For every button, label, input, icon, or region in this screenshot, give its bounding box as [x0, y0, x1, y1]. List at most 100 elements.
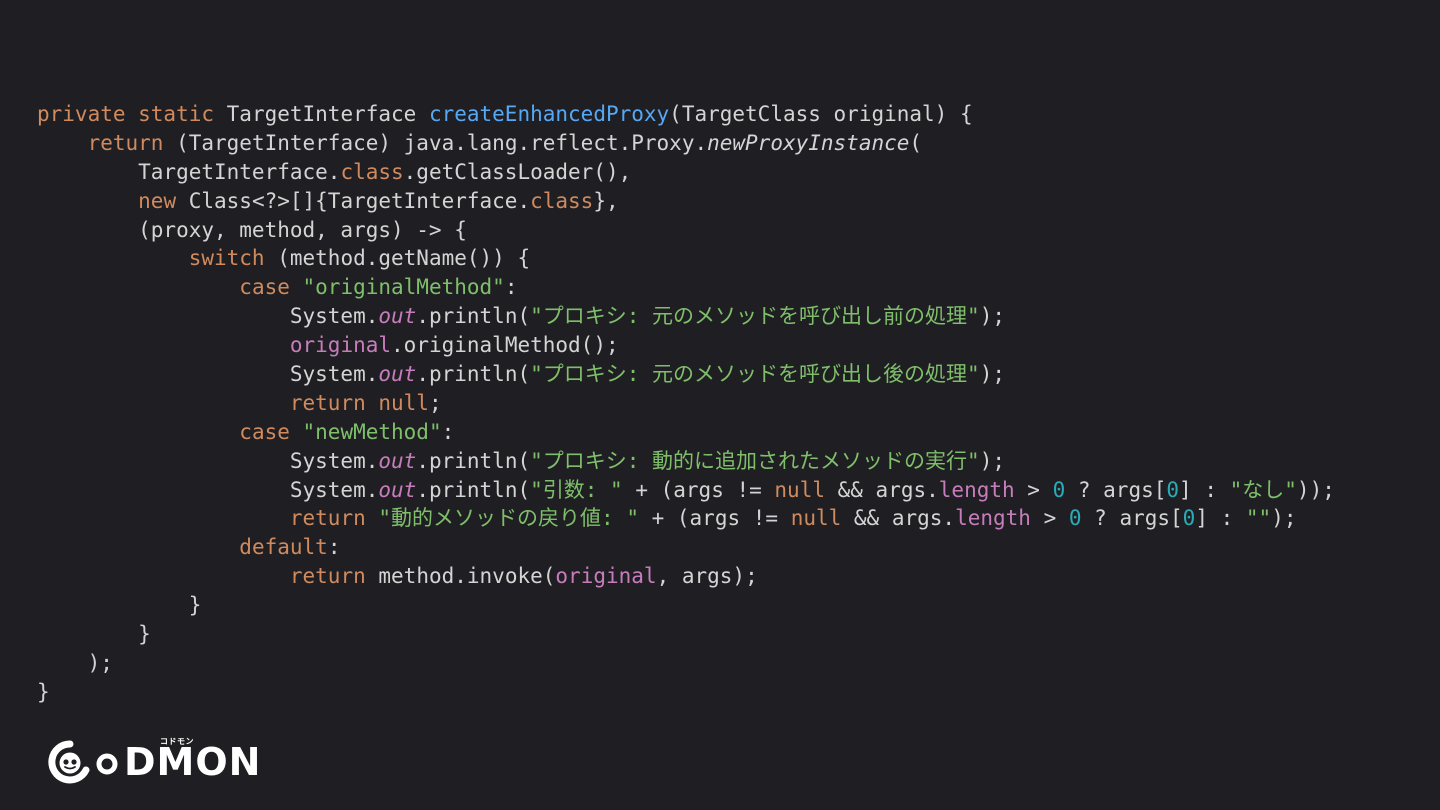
code-line: System.out.println("プロキシ: 元のメソッドを呼び出し前の処… — [37, 302, 1335, 331]
code-token: out — [378, 362, 417, 387]
code-token: + (args != — [622, 477, 775, 502]
code-token: ( — [909, 130, 923, 155]
code-token: } — [37, 622, 151, 647]
code-line: switch (method.getName()) { — [37, 244, 1335, 273]
code-token: "プロキシ: 元のメソッドを呼び出し前の処理" — [530, 304, 980, 329]
code-token: out — [378, 304, 417, 329]
code-line: return null; — [37, 389, 1335, 418]
code-token: ); — [979, 362, 1005, 387]
code-token: new — [138, 188, 189, 213]
code-line: ); — [37, 649, 1335, 678]
code-token: original — [289, 333, 392, 358]
code-token: case — [239, 419, 303, 444]
code-line: TargetInterface.class.getClassLoader(), — [37, 158, 1335, 187]
code-token: (TargetClass original) { — [669, 102, 973, 126]
code-token: switch — [188, 246, 278, 271]
code-token: (method.getName()) { — [277, 246, 531, 271]
codmon-mascot-icon — [48, 740, 90, 784]
code-token: : — [441, 419, 455, 444]
code-token: > — [1014, 477, 1053, 502]
code-token: Class<?>[]{TargetInterface. — [188, 188, 531, 213]
code-line: } — [37, 620, 1335, 649]
code-token: private static — [37, 102, 227, 126]
code-token: TargetInterface — [226, 102, 429, 126]
code-token: (TargetInterface) java.lang.reflect.Prox… — [176, 130, 708, 155]
code-token: out — [378, 448, 417, 473]
code-line: (proxy, method, args) -> { — [37, 216, 1335, 245]
code-token: case — [239, 275, 303, 300]
code-line: new Class<?>[]{TargetInterface.class}, — [37, 187, 1335, 216]
code-token: }, — [593, 188, 619, 213]
code-token: && args. — [824, 477, 939, 502]
code-token: System. — [37, 448, 379, 473]
code-token: null — [774, 477, 825, 502]
code-token: .println( — [416, 448, 531, 473]
code-token: && args. — [841, 506, 956, 531]
code-token: createEnhancedProxy — [428, 102, 670, 126]
code-token: null — [790, 506, 842, 531]
code-line: return "動的メソッドの戻り値: " + (args != null &&… — [37, 504, 1335, 533]
code-token: .println( — [416, 304, 531, 329]
code-token: return — [87, 130, 177, 155]
code-token: return — [289, 506, 379, 531]
code-token: "プロキシ: 元のメソッドを呼び出し後の処理" — [530, 362, 980, 387]
code-token: ); — [979, 448, 1005, 473]
code-token: method.invoke( — [378, 564, 556, 589]
code-token: , args); — [656, 564, 758, 589]
code-token: 0 — [1182, 506, 1196, 531]
code-token: 0 — [1052, 477, 1066, 502]
code-token: : — [504, 275, 518, 300]
code-token: ? args[ — [1081, 506, 1183, 531]
code-token: newProxyInstance — [707, 130, 910, 155]
code-token: return null — [289, 390, 429, 415]
code-line: private static TargetInterface createEnh… — [37, 100, 1335, 129]
code-token: ); — [1271, 506, 1297, 531]
code-token: .println( — [416, 362, 531, 387]
code-line: System.out.println("引数: " + (args != nul… — [37, 476, 1335, 505]
code-token: } — [37, 679, 50, 704]
code-token: } — [37, 593, 202, 618]
code-line: } — [37, 591, 1335, 620]
code-line: System.out.println("プロキシ: 元のメソッドを呼び出し後の処… — [37, 360, 1335, 389]
code-line: return (TargetInterface) java.lang.refle… — [37, 129, 1335, 158]
code-token: ; — [428, 390, 442, 415]
code-token: class — [340, 159, 404, 184]
code-token: .println( — [416, 477, 531, 502]
code-token: "引数: " — [530, 477, 623, 502]
code-token: ); — [37, 650, 113, 675]
logo-small-o-icon — [96, 753, 118, 775]
code-token: 0 — [1068, 506, 1082, 531]
code-line: case "newMethod": — [37, 418, 1335, 447]
code-token: out — [378, 477, 417, 502]
code-line: case "originalMethod": — [37, 273, 1335, 302]
code-line: } — [37, 678, 1335, 707]
code-token: "" — [1245, 506, 1272, 531]
code-token: "動的メソッドの戻り値: " — [378, 506, 639, 531]
code-token: "originalMethod" — [302, 275, 505, 300]
code-token: class — [530, 188, 594, 213]
codmon-logo: コドモン DMON — [48, 736, 260, 788]
code-token: System. — [37, 362, 379, 387]
code-token: TargetInterface. — [37, 159, 341, 184]
code-token: + (args != — [638, 506, 791, 531]
code-token: ] : — [1179, 477, 1230, 502]
code-token: : — [327, 535, 341, 560]
code-token: "newMethod" — [302, 419, 442, 444]
code-token: length — [938, 477, 1015, 502]
code-token: .originalMethod(); — [391, 333, 619, 358]
code-token: "プロキシ: 動的に追加されたメソッドの実行" — [530, 448, 980, 473]
code-line: default: — [37, 533, 1335, 562]
code-token: default — [239, 535, 328, 560]
code-token: System. — [37, 304, 379, 329]
code-line: System.out.println("プロキシ: 動的に追加されたメソッドの実… — [37, 447, 1335, 476]
